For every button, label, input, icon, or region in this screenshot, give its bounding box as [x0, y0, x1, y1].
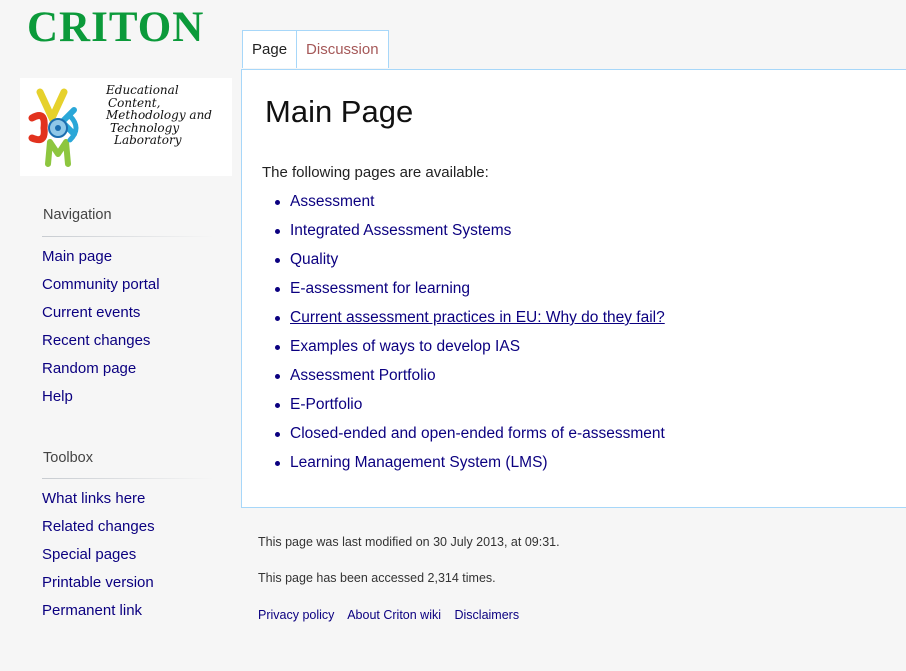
navigation-heading: Navigation: [43, 207, 112, 223]
available-pages-list: Assessment Integrated Assessment Systems…: [270, 187, 665, 477]
navigation-list: Main page Community portal Current event…: [42, 243, 160, 411]
list-item: Integrated Assessment Systems: [270, 216, 665, 245]
main-content: Main Page The following pages are availa…: [241, 69, 906, 508]
sidebar-link-printable-version[interactable]: Printable version: [42, 574, 154, 591]
footer-link-about[interactable]: About Criton wiki: [347, 608, 441, 622]
tab-page[interactable]: Page: [242, 30, 298, 68]
logo-title: CRITON: [27, 4, 205, 51]
sidebar-item-main-page: Main page: [42, 243, 160, 271]
list-item: Assessment Portfolio: [270, 361, 665, 390]
sidebar-link-what-links-here[interactable]: What links here: [42, 490, 145, 507]
bullet-icon: [275, 374, 280, 379]
sidebar-item-permanent-link: Permanent link: [42, 597, 155, 625]
list-item: Current assessment practices in EU: Why …: [270, 303, 665, 332]
page-link-assessment[interactable]: Assessment: [290, 193, 374, 210]
bullet-icon: [275, 461, 280, 466]
page-link-quality[interactable]: Quality: [290, 251, 338, 268]
list-item: Examples of ways to develop IAS: [270, 332, 665, 361]
page-tabs: Page Discussion: [242, 30, 389, 70]
page-link-integrated-assessment-systems[interactable]: Integrated Assessment Systems: [290, 222, 511, 239]
sidebar-link-recent-changes[interactable]: Recent changes: [42, 332, 150, 349]
footer-link-privacy-policy[interactable]: Privacy policy: [258, 608, 334, 622]
footer-last-modified: This page was last modified on 30 July 2…: [258, 535, 560, 549]
sidebar-link-main-page[interactable]: Main page: [42, 248, 112, 265]
sidebar-item-help: Help: [42, 383, 160, 411]
toolbox-divider: [42, 478, 214, 479]
list-item: E-assessment for learning: [270, 274, 665, 303]
toolbox-heading: Toolbox: [43, 450, 93, 466]
footer-links: Privacy policy About Criton wiki Disclai…: [258, 608, 529, 622]
footer-access-count: This page has been accessed 2,314 times.: [258, 571, 496, 585]
bullet-icon: [275, 316, 280, 321]
logo-subtitle-line: Laboratory: [114, 133, 182, 147]
bullet-icon: [275, 287, 280, 292]
page-link-current-assessment-practices[interactable]: Current assessment practices in EU: Why …: [290, 309, 665, 326]
sidebar-link-special-pages[interactable]: Special pages: [42, 546, 136, 563]
logo-subtitle-line: Educational: [106, 83, 179, 97]
sidebar-item-current-events: Current events: [42, 299, 160, 327]
sidebar-link-help[interactable]: Help: [42, 388, 73, 405]
sidebar-link-current-events[interactable]: Current events: [42, 304, 140, 321]
sidebar-item-recent-changes: Recent changes: [42, 327, 160, 355]
sidebar-link-random-page[interactable]: Random page: [42, 360, 136, 377]
bullet-icon: [275, 432, 280, 437]
lab-emblem-icon: [28, 88, 79, 167]
sidebar-item-related-changes: Related changes: [42, 513, 155, 541]
bullet-icon: [275, 200, 280, 205]
sidebar-item-random-page: Random page: [42, 355, 160, 383]
page-link-closed-open-ended-forms[interactable]: Closed-ended and open-ended forms of e-a…: [290, 425, 665, 442]
bullet-icon: [275, 403, 280, 408]
navigation-divider: [42, 236, 214, 237]
list-item: E-Portfolio: [270, 390, 665, 419]
page-link-lms[interactable]: Learning Management System (LMS): [290, 454, 548, 471]
tab-discussion[interactable]: Discussion: [297, 30, 389, 68]
page-link-e-portfolio[interactable]: E-Portfolio: [290, 396, 362, 413]
list-item: Assessment: [270, 187, 665, 216]
bullet-icon: [275, 229, 280, 234]
bullet-icon: [275, 345, 280, 350]
intro-text: The following pages are available:: [262, 164, 489, 181]
sidebar-link-community-portal[interactable]: Community portal: [42, 276, 160, 293]
bullet-icon: [275, 258, 280, 263]
page-link-assessment-portfolio[interactable]: Assessment Portfolio: [290, 367, 436, 384]
sidebar-item-community-portal: Community portal: [42, 271, 160, 299]
list-item: Learning Management System (LMS): [270, 448, 665, 477]
site-logo[interactable]: CRITON Educational Content, Methodology …: [0, 0, 234, 180]
sidebar-link-permanent-link[interactable]: Permanent link: [42, 602, 142, 619]
page-link-e-assessment-for-learning[interactable]: E-assessment for learning: [290, 280, 470, 297]
sidebar-item-special-pages: Special pages: [42, 541, 155, 569]
logo-subtitle: Educational Content, Methodology and Tec…: [106, 84, 212, 147]
list-item: Closed-ended and open-ended forms of e-a…: [270, 419, 665, 448]
list-item: Quality: [270, 245, 665, 274]
logo-subtitle-line: Methodology and: [106, 108, 212, 122]
footer-link-disclaimers[interactable]: Disclaimers: [455, 608, 520, 622]
logo-banner: Educational Content, Methodology and Tec…: [20, 78, 232, 176]
toolbox-list: What links here Related changes Special …: [42, 485, 155, 625]
sidebar-item-what-links-here: What links here: [42, 485, 155, 513]
page-link-examples-develop-ias[interactable]: Examples of ways to develop IAS: [290, 338, 520, 355]
page-title: Main Page: [265, 94, 414, 129]
sidebar-link-related-changes[interactable]: Related changes: [42, 518, 155, 535]
sidebar-item-printable-version: Printable version: [42, 569, 155, 597]
